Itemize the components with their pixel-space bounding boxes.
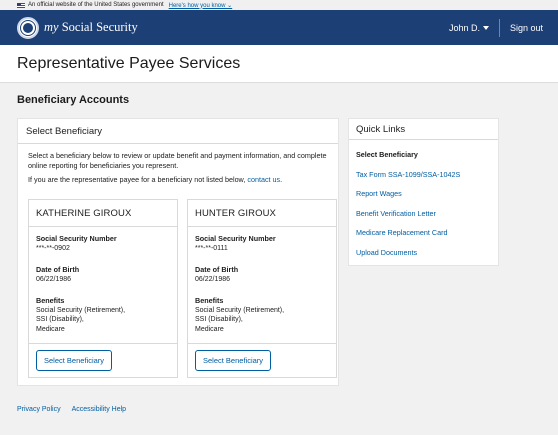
- benefits-label: Benefits: [195, 296, 224, 305]
- us-flag-icon: [17, 2, 25, 8]
- quick-link-upload-documents[interactable]: Upload Documents: [356, 243, 491, 263]
- ssa-seal-logo[interactable]: [17, 16, 39, 39]
- chevron-down-icon: [482, 25, 489, 30]
- user-name: John D.: [448, 22, 480, 33]
- brand-title[interactable]: my Social Security: [44, 20, 138, 35]
- beneficiary-name: KATHERINE GIROUX: [29, 200, 177, 227]
- select-beneficiary-panel: Select Beneficiary Select a beneficiary …: [17, 118, 339, 386]
- quick-link-tax-form[interactable]: Tax Form SSA-1099/SSA-1042S: [356, 165, 491, 185]
- page-title: Representative Payee Services: [17, 54, 241, 72]
- ssn-value: ***-**-0902: [36, 244, 70, 252]
- quick-links-list: Select Beneficiary Tax Form SSA-1099/SSA…: [349, 140, 498, 262]
- ssn-label: Social Security Number: [36, 234, 117, 243]
- gov-banner: An official website of the United States…: [0, 0, 558, 10]
- benefit-item: Medicare: [36, 325, 65, 333]
- benefit-item: Social Security (Retirement),: [195, 306, 285, 314]
- user-menu[interactable]: John D.: [439, 10, 499, 45]
- quick-link-report-wages[interactable]: Report Wages: [356, 184, 491, 204]
- site-header: my Social Security John D. Sign out: [0, 10, 558, 45]
- benefit-item: Social Security (Retirement),: [36, 306, 126, 314]
- benefit-item: Medicare: [195, 325, 224, 333]
- intro-text-contact: If you are the representative payee for …: [28, 175, 283, 184]
- beneficiary-card: KATHERINE GIROUX Social Security Number …: [28, 199, 178, 378]
- sign-out-link[interactable]: Sign out: [500, 10, 558, 45]
- benefit-item: SSI (Disability),: [195, 316, 243, 323]
- accessibility-help-link[interactable]: Accessibility Help: [72, 406, 126, 413]
- heres-how-you-know-link[interactable]: Here's how you know ⌄: [169, 2, 233, 9]
- contact-us-link[interactable]: contact us: [247, 175, 280, 184]
- beneficiary-name: HUNTER GIROUX: [188, 200, 336, 227]
- ssn-value: ***-**-0111: [195, 244, 228, 252]
- dob-label: Date of Birth: [195, 265, 239, 274]
- privacy-policy-link[interactable]: Privacy Policy: [17, 406, 61, 413]
- section-heading: Beneficiary Accounts: [17, 94, 130, 106]
- footer: Privacy Policy Accessibility Help: [17, 406, 126, 413]
- quick-links-title: Quick Links: [349, 119, 498, 140]
- ssn-label: Social Security Number: [195, 234, 276, 243]
- title-bar: Representative Payee Services: [0, 45, 558, 83]
- benefits-label: Benefits: [36, 296, 65, 305]
- gov-banner-text: An official website of the United States…: [28, 2, 164, 8]
- dob-label: Date of Birth: [36, 265, 80, 274]
- quick-link-medicare-card[interactable]: Medicare Replacement Card: [356, 223, 491, 243]
- quick-link-select-beneficiary: Select Beneficiary: [356, 150, 418, 160]
- select-beneficiary-button[interactable]: Select Beneficiary: [36, 350, 113, 371]
- intro-text: Select a beneficiary below to review or …: [28, 151, 327, 170]
- quick-link-benefit-verification[interactable]: Benefit Verification Letter: [356, 204, 491, 224]
- benefit-item: SSI (Disability),: [36, 316, 84, 323]
- quick-links-panel: Quick Links Select Beneficiary Tax Form …: [348, 118, 499, 266]
- select-beneficiary-button[interactable]: Select Beneficiary: [195, 350, 272, 371]
- beneficiary-card: HUNTER GIROUX Social Security Number ***…: [187, 199, 337, 378]
- dob-value: 06/22/1986: [36, 275, 72, 283]
- panel-title: Select Beneficiary: [18, 119, 338, 144]
- dob-value: 06/22/1986: [195, 275, 231, 283]
